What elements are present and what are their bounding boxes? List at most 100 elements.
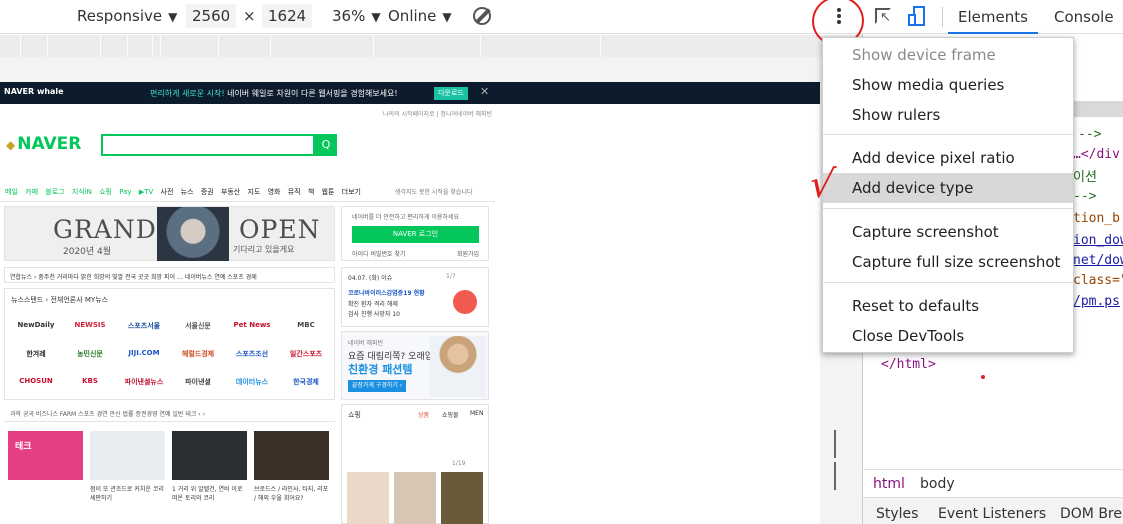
- naver-logo[interactable]: ◆ NAVER: [6, 134, 81, 154]
- close-icon[interactable]: ✕: [480, 85, 489, 98]
- device-select[interactable]: Responsive ▼: [77, 7, 177, 25]
- newsstand-logo[interactable]: KBS: [63, 377, 117, 385]
- newsstand-logo[interactable]: Pet News: [225, 321, 279, 329]
- login-button[interactable]: NAVER 로그인: [352, 226, 479, 243]
- product-image[interactable]: [394, 472, 436, 524]
- code-line[interactable]: tion_b: [1073, 211, 1120, 226]
- menu-close-devtools[interactable]: Close DevTools: [823, 321, 1073, 351]
- nav-item[interactable]: 부동산: [221, 188, 240, 196]
- search-button[interactable]: Q: [315, 134, 337, 156]
- code-line[interactable]: -->: [1078, 127, 1101, 142]
- thumbnail[interactable]: [254, 431, 329, 480]
- newsstand-logo[interactable]: 헤럴드경제: [171, 349, 225, 359]
- nav-item[interactable]: 뉴스: [181, 188, 194, 196]
- code-line[interactable]: class=": [1073, 273, 1123, 288]
- nav-item[interactable]: 사전: [161, 188, 174, 196]
- newsstand-logo[interactable]: 일간스포츠: [279, 349, 333, 359]
- zoom-select[interactable]: 36% ▼: [332, 7, 381, 25]
- page-preview[interactable]: NAVER whale 편리하게 새로운 시작! 네이버 웨일로 차원이 다른 …: [0, 82, 820, 524]
- code-line[interactable]: ion_dow: [1073, 233, 1123, 248]
- newsstand-logo[interactable]: MBC: [279, 321, 333, 329]
- nav-item[interactable]: 쇼핑: [99, 188, 112, 196]
- search-input[interactable]: [101, 134, 315, 156]
- code-line[interactable]: 이션: [1073, 166, 1097, 185]
- code-line[interactable]: /pm.ps: [1073, 294, 1120, 309]
- menu-show-rulers[interactable]: Show rulers: [823, 100, 1073, 130]
- html-close-tag[interactable]: </html>: [881, 357, 936, 372]
- nav-item[interactable]: 웹툰: [322, 188, 335, 196]
- nav-item[interactable]: 블로그: [45, 188, 64, 196]
- newsstand-logo[interactable]: NewDaily: [9, 321, 63, 329]
- tab-event-listeners[interactable]: Event Listeners: [938, 506, 1046, 522]
- menu-add-device-type[interactable]: Add device type: [823, 173, 1073, 203]
- newsstand-logo[interactable]: 서울신문: [171, 321, 225, 331]
- tab-console[interactable]: Console: [1046, 0, 1123, 34]
- promo-banner[interactable]: GRAND OPEN 2020년 4월 기다리고 있을게요: [4, 206, 335, 261]
- top-links[interactable]: 나의의 시작페이지로 | 정니어네이버 해피빈: [383, 109, 492, 118]
- nav-item[interactable]: 메일: [5, 188, 18, 196]
- menu-add-device-pixel-ratio[interactable]: Add device pixel ratio: [823, 143, 1073, 173]
- nav-item[interactable]: 지식iN: [72, 188, 92, 196]
- nav-more[interactable]: 더보기: [342, 188, 361, 196]
- code-line[interactable]: net/dow: [1073, 253, 1123, 268]
- device-toolbar-icon[interactable]: [908, 6, 926, 28]
- newsstand-logo[interactable]: CHOSUN: [9, 377, 63, 385]
- nav-item[interactable]: 카페: [25, 188, 38, 196]
- whale-download-button[interactable]: 다운로드: [434, 87, 468, 100]
- newsstand-logo[interactable]: 파이낸셜뉴스: [117, 377, 171, 387]
- menu-show-media-queries[interactable]: Show media queries: [823, 70, 1073, 100]
- shop-tab[interactable]: 상품: [418, 410, 429, 419]
- newsstand-logo[interactable]: 농민신문: [63, 349, 117, 359]
- thumbnail[interactable]: 테크: [8, 431, 83, 480]
- nav-item[interactable]: Pay: [119, 188, 131, 196]
- tab-styles[interactable]: Styles: [876, 506, 918, 522]
- inspect-element-icon[interactable]: [875, 8, 891, 25]
- thumbnail-caption[interactable]: 점이 또 관조드로 커치운 코리 세판하기: [90, 484, 165, 502]
- ad-box[interactable]: 네이버 해피빈 요즘 대림리쪽? 오래입는 친환경 패션템 끝장가게 구경하기 …: [341, 331, 489, 400]
- menu-capture-screenshot[interactable]: Capture screenshot: [823, 217, 1073, 247]
- code-line[interactable]: -->: [1073, 189, 1096, 204]
- signup-link[interactable]: 회원가입: [457, 249, 479, 258]
- nav-item[interactable]: 뮤직: [288, 188, 301, 196]
- rotate-icon[interactable]: [473, 7, 491, 25]
- menu-reset-to-defaults[interactable]: Reset to defaults: [823, 291, 1073, 321]
- network-select[interactable]: Online ▼: [388, 7, 452, 25]
- tab-elements[interactable]: Elements: [948, 0, 1038, 34]
- shop-tab[interactable]: 쇼핑몰: [442, 410, 459, 419]
- media-query-bar[interactable]: [0, 35, 862, 57]
- issue-box[interactable]: 04.07. (화) 이슈 1/7 코로나바이러스감염증19 현황 확진 환자 …: [341, 267, 489, 327]
- thumbnail[interactable]: [172, 431, 247, 480]
- newsstand-logo[interactable]: NEWSIS: [63, 321, 117, 329]
- height-input[interactable]: 1624: [262, 4, 312, 28]
- thumbnail-caption[interactable]: 브로드스 / 라인사, 타지, 리포 / 해외 우울 회어요?: [254, 484, 329, 502]
- product-image[interactable]: [441, 472, 483, 524]
- width-input[interactable]: 2560: [186, 4, 236, 28]
- newsstand-title[interactable]: 뉴스스탠드 › 전체언론사 MY뉴스: [11, 295, 108, 305]
- thumbnail-caption[interactable]: 1 거리 위 알렐건, 연비 이로 떠온 토리와 코리: [172, 484, 247, 502]
- product-image[interactable]: [347, 472, 389, 524]
- newsstand-logo[interactable]: 파이낸셜: [171, 377, 225, 387]
- category-tabs[interactable]: 과학 공곡 비즈니스 FARM 스포츠 경연 만신 법률 증권경영 연예 일반 …: [4, 404, 335, 422]
- newsstand-logo[interactable]: JIJI.COM: [117, 349, 171, 357]
- newsstand-logo[interactable]: 스포츠서울: [117, 321, 171, 331]
- shop-tab[interactable]: MEN: [470, 410, 483, 417]
- nav-item[interactable]: 지도: [247, 188, 260, 196]
- nav-item[interactable]: 증권: [201, 188, 214, 196]
- drag-handle-icon[interactable]: [834, 430, 843, 490]
- find-id-link[interactable]: 아이디 비밀번호 찾기: [352, 249, 406, 258]
- menu-show-device-frame[interactable]: Show device frame: [823, 40, 1073, 70]
- nav-item[interactable]: ▶TV: [139, 188, 153, 196]
- code-line[interactable]: …</div: [1073, 147, 1120, 162]
- newsstand-logo[interactable]: 한겨레: [9, 349, 63, 359]
- newsstand-logo[interactable]: 스포츠조선: [225, 349, 279, 359]
- newsstand-logo[interactable]: 한국경제: [279, 377, 333, 387]
- breadcrumb-body[interactable]: body: [920, 476, 955, 492]
- news-ticker[interactable]: 연합뉴스 › 충주천 거리마다 밝힌 희망의 빛깔 전국 곳곳 희망 피어 … …: [4, 267, 335, 283]
- tab-dom-breakpoints[interactable]: DOM Brea: [1060, 506, 1123, 522]
- nav-item[interactable]: 영화: [268, 188, 281, 196]
- ad-button[interactable]: 끝장가게 구경하기 ›: [348, 380, 406, 392]
- menu-capture-full-size-screenshot[interactable]: Capture full size screenshot: [823, 247, 1073, 277]
- nav-item[interactable]: 책: [308, 188, 314, 196]
- newsstand-logo[interactable]: 데이터뉴스: [225, 377, 279, 387]
- breadcrumb-html[interactable]: html: [873, 476, 905, 492]
